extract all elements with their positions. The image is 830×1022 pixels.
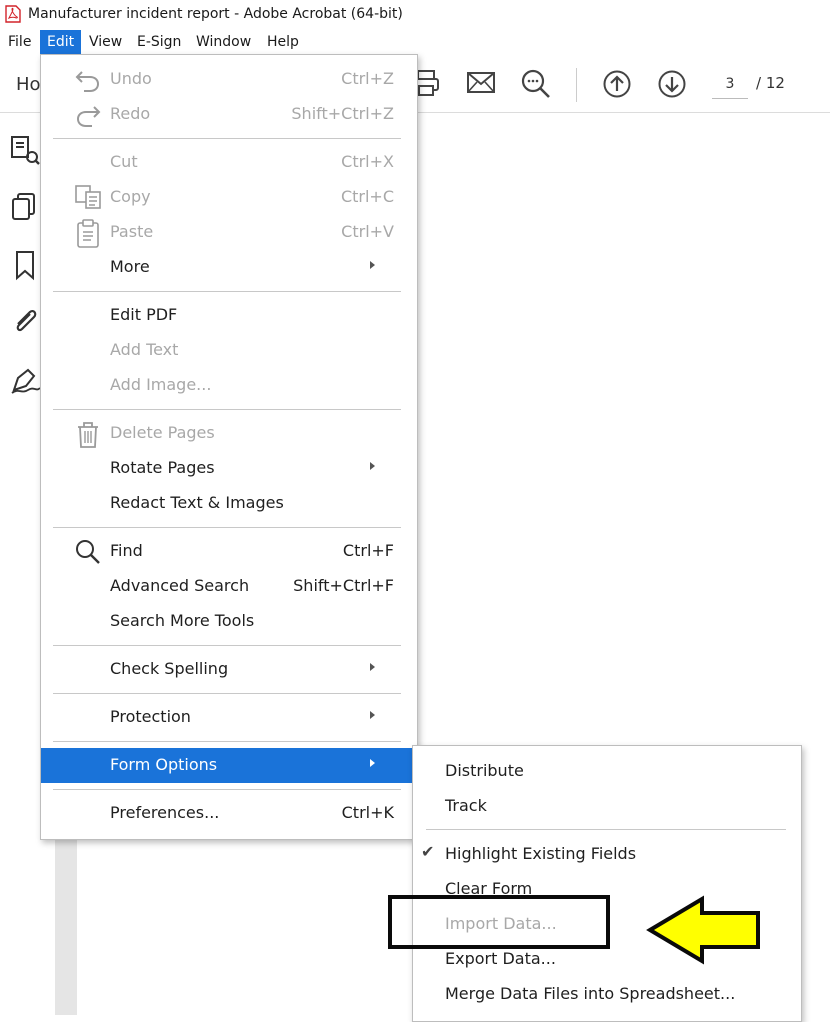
menu-item-find[interactable]: Find Ctrl+F <box>41 534 415 569</box>
acrobat-pdf-icon <box>5 5 21 23</box>
page-number-input[interactable]: 3 <box>712 70 748 99</box>
add-text-label: Add Text <box>110 340 179 359</box>
menu-file[interactable]: File <box>1 30 38 54</box>
menu-separator <box>426 829 786 830</box>
menu-item-advanced-search[interactable]: Advanced Search Shift+Ctrl+F <box>41 569 415 604</box>
menu-separator <box>53 693 401 694</box>
copy-icon <box>75 185 101 209</box>
checkmark-icon: ✔ <box>421 842 435 861</box>
search-more-tools-label: Search More Tools <box>110 611 255 630</box>
attachment-icon[interactable] <box>8 304 42 338</box>
menu-edit[interactable]: Edit <box>40 30 82 54</box>
menu-separator <box>53 645 401 646</box>
cut-shortcut: Ctrl+X <box>341 152 394 171</box>
submenu-item-distribute[interactable]: Distribute <box>413 754 799 789</box>
annotation-highlight-box <box>388 895 610 949</box>
cut-label: Cut <box>110 152 138 171</box>
annotation-arrow-icon <box>646 895 760 965</box>
menu-separator <box>53 409 401 410</box>
more-label: More <box>110 257 150 276</box>
preferences-label: Preferences... <box>110 803 220 822</box>
menu-item-undo[interactable]: Undo Ctrl+Z <box>41 62 415 97</box>
menu-window[interactable]: Window <box>189 30 258 54</box>
export-data-label: Export Data... <box>445 949 556 968</box>
menu-item-check-spelling[interactable]: Check Spelling <box>41 652 415 687</box>
next-page-icon[interactable] <box>657 69 687 99</box>
track-label: Track <box>445 796 487 815</box>
copy-shortcut: Ctrl+C <box>340 187 394 206</box>
toolbar-divider <box>576 68 577 102</box>
menu-item-form-options[interactable]: Form Options <box>41 748 415 783</box>
copy-label: Copy <box>110 187 151 206</box>
distribute-label: Distribute <box>445 761 524 780</box>
window-title: Manufacturer incident report - Adobe Acr… <box>28 6 403 22</box>
copy-pages-icon[interactable] <box>8 190 42 224</box>
paste-icon <box>77 219 99 248</box>
menu-separator <box>53 291 401 292</box>
paste-shortcut: Ctrl+V <box>341 222 394 241</box>
merge-data-label: Merge Data Files into Spreadsheet... <box>445 984 736 1003</box>
submenu-item-track[interactable]: Track <box>413 789 799 824</box>
trash-icon <box>78 422 98 448</box>
menu-item-copy[interactable]: Copy Ctrl+C <box>41 180 415 215</box>
menu-item-edit-pdf[interactable]: Edit PDF <box>41 298 415 333</box>
menu-separator <box>53 741 401 742</box>
advanced-search-label: Advanced Search <box>110 576 250 595</box>
protection-label: Protection <box>110 707 191 726</box>
form-options-label: Form Options <box>110 755 218 774</box>
edit-pdf-label: Edit PDF <box>110 305 178 324</box>
menu-item-more[interactable]: More <box>41 250 415 285</box>
delete-pages-label: Delete Pages <box>110 423 215 442</box>
email-icon[interactable] <box>466 70 496 96</box>
submenu-arrow-icon <box>370 462 375 470</box>
bookmark-icon[interactable] <box>8 248 42 282</box>
add-image-label: Add Image... <box>110 375 212 394</box>
submenu-arrow-icon <box>370 759 375 767</box>
organize-pages-icon[interactable] <box>8 133 42 167</box>
submenu-item-merge-data[interactable]: Merge Data Files into Spreadsheet... <box>413 977 799 1012</box>
submenu-arrow-icon <box>370 711 375 719</box>
redact-label: Redact Text & Images <box>110 493 284 512</box>
advanced-search-shortcut: Shift+Ctrl+F <box>293 576 394 595</box>
menu-separator <box>53 527 401 528</box>
menu-item-paste[interactable]: Paste Ctrl+V <box>41 215 415 250</box>
menu-item-protection[interactable]: Protection <box>41 700 415 735</box>
menu-separator <box>53 138 401 139</box>
rotate-pages-label: Rotate Pages <box>110 458 215 477</box>
highlight-fields-label: Highlight Existing Fields <box>445 844 637 863</box>
menu-item-add-image[interactable]: Add Image... <box>41 368 415 403</box>
undo-icon <box>75 71 100 92</box>
menu-help[interactable]: Help <box>260 30 306 54</box>
menu-item-redo[interactable]: Redo Shift+Ctrl+Z <box>41 97 415 132</box>
zoom-search-icon[interactable] <box>520 68 552 100</box>
paste-label: Paste <box>110 222 154 241</box>
previous-page-icon[interactable] <box>602 69 632 99</box>
submenu-arrow-icon <box>370 261 375 269</box>
sign-icon[interactable] <box>8 364 42 398</box>
menu-separator <box>53 789 401 790</box>
find-label: Find <box>110 541 143 560</box>
check-spelling-label: Check Spelling <box>110 659 229 678</box>
undo-shortcut: Ctrl+Z <box>341 69 394 88</box>
submenu-arrow-icon <box>370 663 375 671</box>
menu-view[interactable]: View <box>82 30 129 54</box>
redo-shortcut: Shift+Ctrl+Z <box>291 104 394 123</box>
menu-item-search-more-tools[interactable]: Search More Tools <box>41 604 415 639</box>
menu-item-redact[interactable]: Redact Text & Images <box>41 486 415 521</box>
menu-item-rotate-pages[interactable]: Rotate Pages <box>41 451 415 486</box>
menu-esign[interactable]: E-Sign <box>130 30 188 54</box>
preferences-shortcut: Ctrl+K <box>341 803 394 822</box>
search-icon <box>76 540 100 564</box>
home-tab[interactable]: Ho <box>16 74 41 95</box>
menu-item-delete-pages[interactable]: Delete Pages <box>41 416 415 451</box>
menu-item-add-text[interactable]: Add Text <box>41 333 415 368</box>
redo-label: Redo <box>110 104 151 123</box>
menu-item-cut[interactable]: Cut Ctrl+X <box>41 145 415 180</box>
undo-label: Undo <box>110 69 152 88</box>
redo-icon <box>76 106 101 127</box>
submenu-item-highlight-fields[interactable]: ✔ Highlight Existing Fields <box>413 837 799 872</box>
menu-item-preferences[interactable]: Preferences... Ctrl+K <box>41 796 415 831</box>
find-shortcut: Ctrl+F <box>342 541 394 560</box>
page-total: / 12 <box>756 74 785 92</box>
